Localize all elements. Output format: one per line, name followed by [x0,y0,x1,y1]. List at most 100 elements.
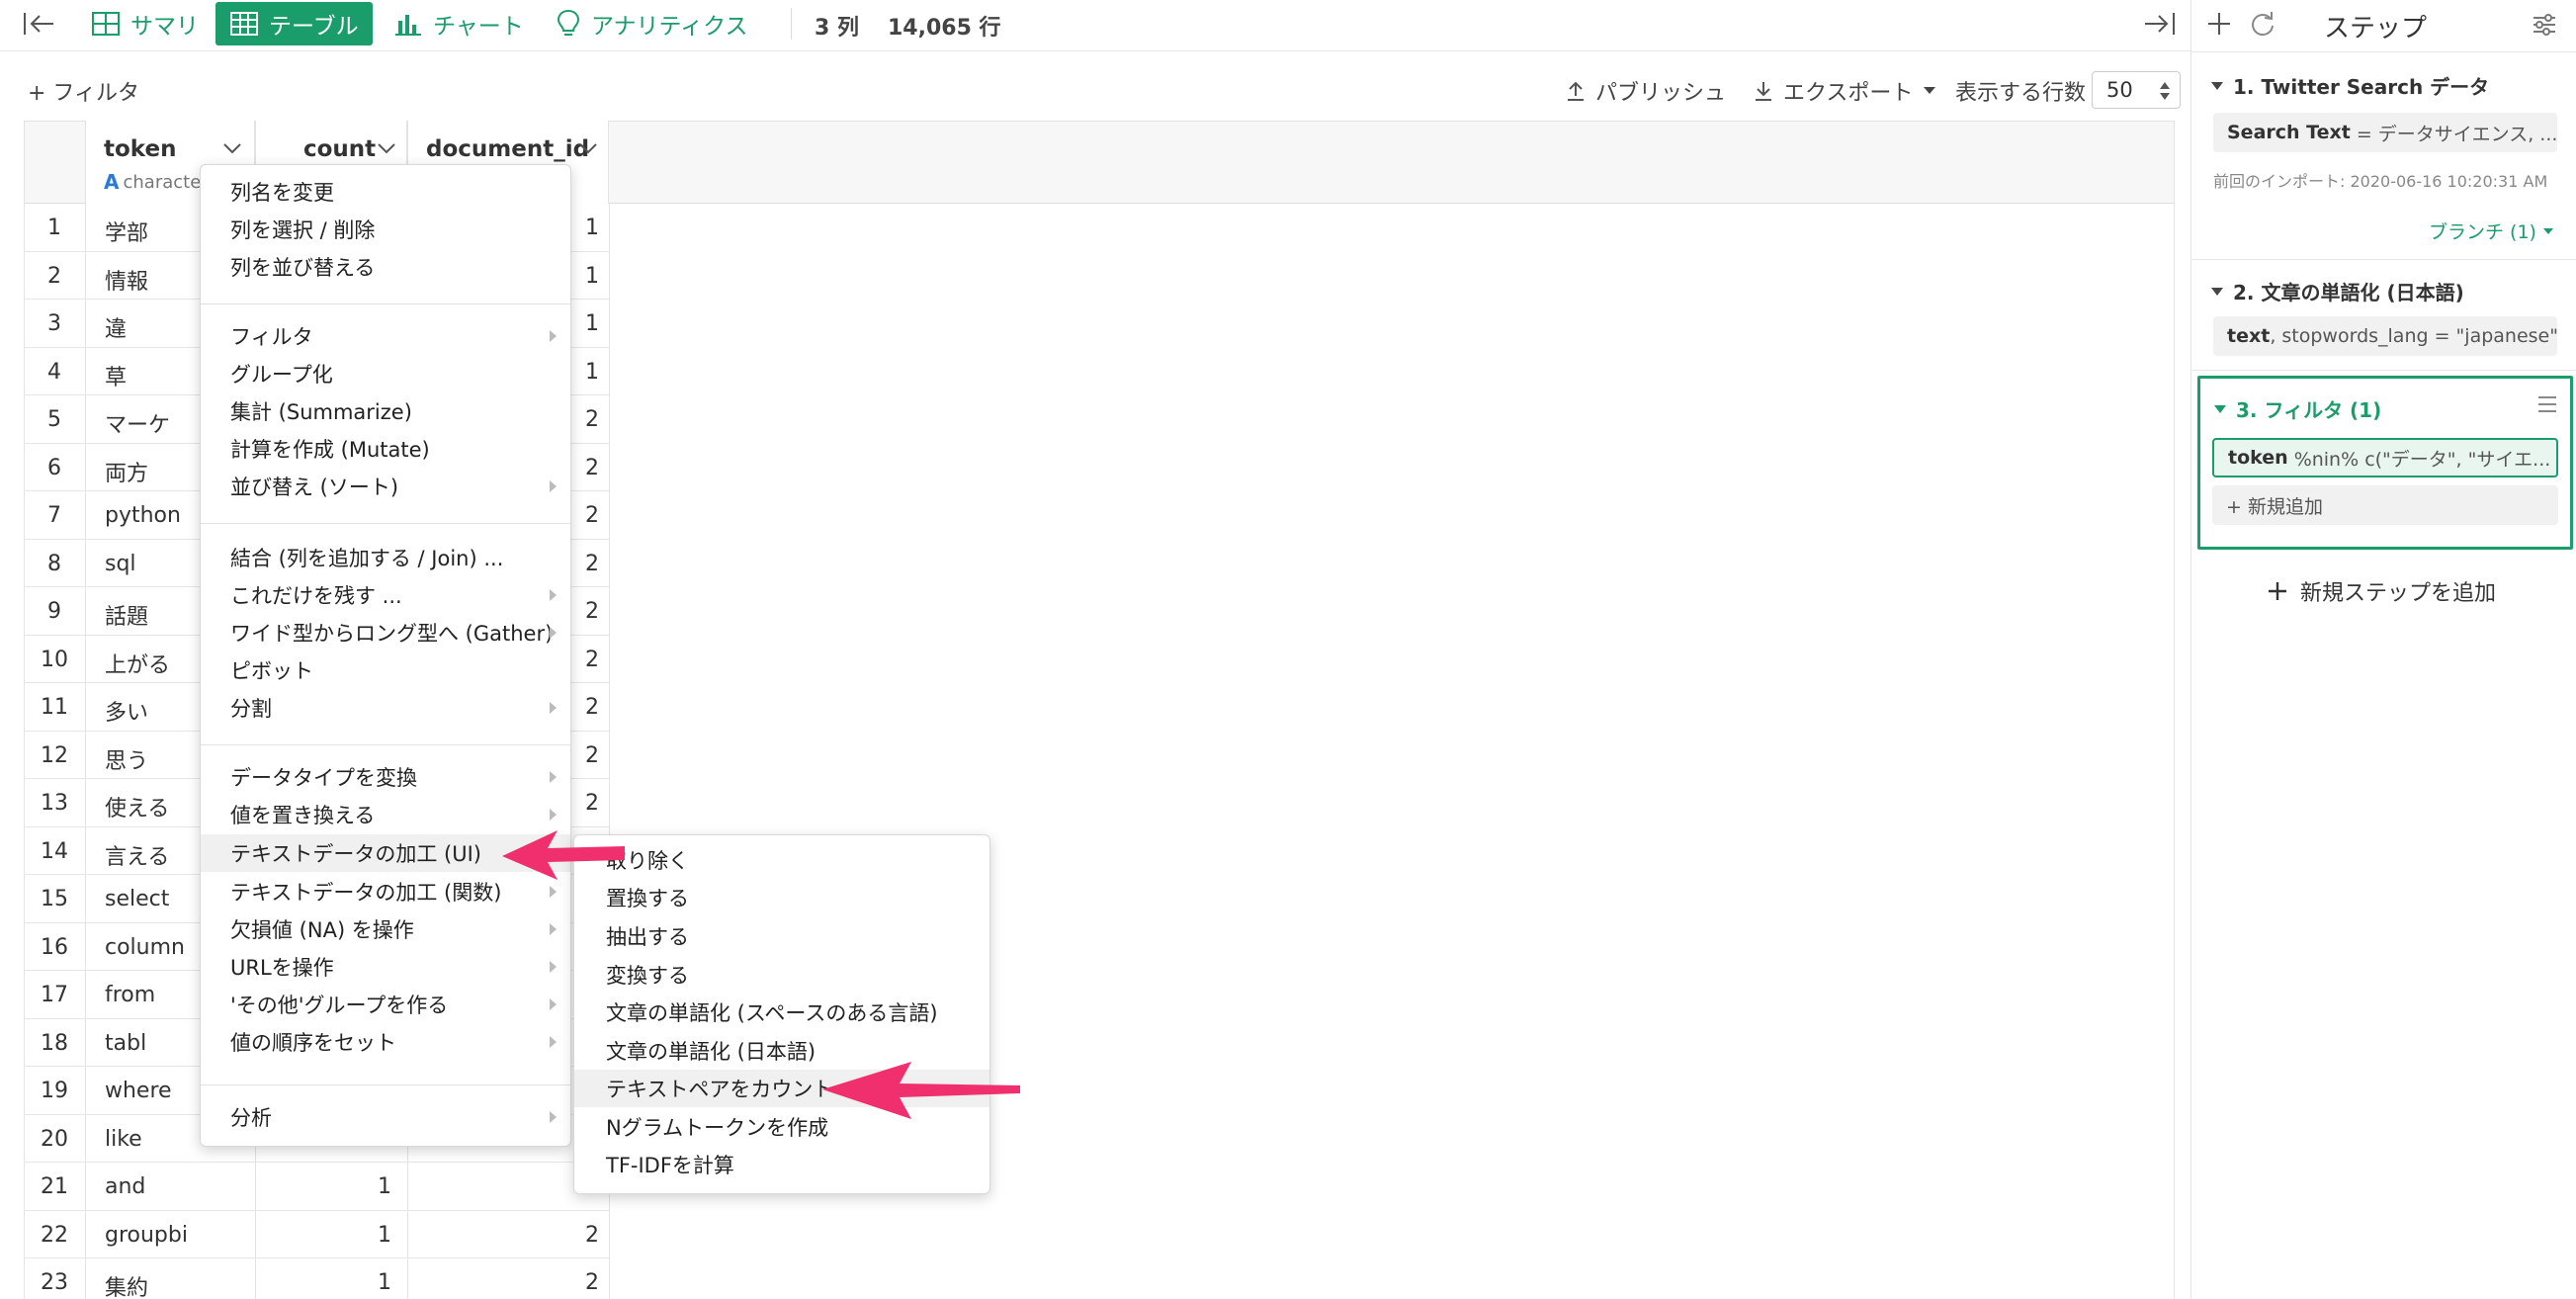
tab-table[interactable]: テーブル [215,2,373,45]
tab-summary[interactable]: サマリ [77,2,213,45]
column-name: count [303,136,377,162]
add-filter-button[interactable]: + フィルタ [28,75,139,107]
row-number: 23 [41,1270,68,1295]
chevron-down-icon[interactable] [578,142,598,154]
submenu-item-replace[interactable]: 置換する [574,879,989,916]
menu-item-mutate[interactable]: 計算を作成 (Mutate) [201,430,570,468]
menu-label: データタイプを変換 [230,766,417,790]
submenu-arrow-icon [550,771,557,783]
cell-token: python [105,503,181,528]
menu-item-rename[interactable]: 列名を変更 [201,173,570,211]
submenu-item-convert[interactable]: 変換する [574,956,989,994]
collapse-left-icon[interactable] [22,10,57,38]
menu-label: ピボット [230,659,313,683]
step-title: 3. フィルタ (1) [2236,398,2382,422]
menu-item-group[interactable]: グループ化 [201,355,570,392]
menu-item-set-order[interactable]: 値の順序をセット [201,1023,570,1061]
menu-item-keep-only[interactable]: これだけを残す ... [201,576,570,614]
download-icon [1754,80,1773,102]
tab-analytics[interactable]: アナリティクス [542,2,761,45]
export-button[interactable]: エクスポート [1754,75,1936,107]
column-type: A character [104,170,209,194]
add-new-label: + 新規追加 [2226,495,2323,518]
cell-token: column [105,934,185,960]
publish-label: パブリッシュ [1595,81,1727,106]
step-2-header[interactable]: 2. 文章の単語化 (日本語) [2211,277,2464,305]
cell-token: 集約 [105,1276,149,1299]
tab-summary-label: サマリ [130,14,199,40]
table-row[interactable]: 23 集約 1 2 [24,1258,609,1299]
menu-item-filter[interactable]: フィルタ [201,317,570,355]
bar-chart-icon [393,11,423,37]
cell-token: sql [105,551,136,576]
table-row[interactable]: 21 and 1 [24,1163,609,1211]
menu-item-convert-type[interactable]: データタイプを変換 [201,758,570,796]
menu-label: Nグラムトークンを作成 [606,1116,829,1140]
menu-item-reorder-columns[interactable]: 列を並び替える [201,248,570,286]
submenu-arrow-icon [550,480,557,492]
filter-condition[interactable]: token %nin% c("データ", "サイエ... [2212,438,2558,477]
refresh-icon[interactable] [2249,10,2276,38]
branch-button[interactable]: ブランチ (1) [2429,217,2554,244]
step-1-header[interactable]: 1. Twitter Search データ [2211,71,2489,100]
row-number: 15 [41,887,68,911]
menu-item-pivot[interactable]: ピボット [201,651,570,689]
menu-label: 集計 (Summarize) [230,400,412,424]
cell-token: 思う [105,748,149,774]
row-number: 14 [41,838,68,864]
add-step-button[interactable]: 新規ステップを追加 [2267,575,2496,607]
submenu-item-tokenize-spaced[interactable]: 文章の単語化 (スペースのある言語) [574,994,989,1031]
rows-display-select[interactable]: 50 [2092,71,2181,109]
table-row[interactable]: 22 groupbi 1 2 [24,1211,609,1258]
rows-display-value: 50 [2106,78,2133,102]
collapse-triangle-icon [2211,287,2223,296]
menu-item-other-group[interactable]: 'その他'グループを作る [201,986,570,1023]
menu-item-split[interactable]: 分割 [201,689,570,727]
step-3-header[interactable]: 3. フィルタ (1) [2214,394,2381,423]
cell-document-id: 2 [585,1222,599,1248]
menu-item-select-columns[interactable]: 列を選択 / 削除 [201,211,570,248]
cell-token: 多い [105,701,149,726]
chevron-down-icon[interactable] [222,142,242,154]
cell-token: select [105,887,170,911]
menu-item-gather[interactable]: ワイド型からロング型へ (Gather) [201,614,570,651]
menu-label: 列を選択 / 削除 [230,218,376,242]
settings-sliders-icon[interactable] [2532,12,2557,38]
menu-item-url[interactable]: URLを操作 [201,948,570,986]
menu-label: 分割 [230,697,272,721]
step-1-params[interactable]: Search Text = データサイエンス, ... [2213,113,2557,152]
column-type-label: character [123,171,209,193]
cell-token: from [105,983,156,1007]
menu-item-join[interactable]: 結合 (列を追加する / Join) ... [201,539,570,576]
submenu-arrow-icon [550,923,557,935]
cell-token: and [105,1174,146,1199]
step-title: 2. 文章の単語化 (日本語) [2233,281,2464,304]
add-filter-condition-button[interactable]: + 新規追加 [2212,485,2558,525]
submenu-item-tfidf[interactable]: TF-IDFを計算 [574,1146,989,1183]
menu-label: 計算を作成 (Mutate) [230,438,430,462]
menu-item-summarize[interactable]: 集計 (Summarize) [201,392,570,430]
submenu-item-extract[interactable]: 抽出する [574,917,989,955]
menu-item-sort[interactable]: 並び替え (ソート) [201,468,570,505]
row-number: 5 [47,407,61,432]
row-number: 2 [47,263,61,289]
caret-down-icon [2542,227,2554,235]
chevron-down-icon[interactable] [377,142,396,154]
param-key: Search Text [2227,122,2351,143]
publish-button[interactable]: パブリッシュ [1566,75,1726,107]
menu-icon[interactable] [2536,394,2558,414]
collapse-right-icon[interactable] [2141,10,2177,38]
branch-label: ブランチ (1) [2429,221,2536,243]
menu-item-missing-values[interactable]: 欠損値 (NA) を操作 [201,910,570,948]
menu-item-analysis[interactable]: 分析 [201,1098,570,1136]
cell-count: 1 [378,1222,391,1248]
add-icon[interactable] [2205,10,2233,38]
submenu-item-remove[interactable]: 取り除く [574,841,989,879]
row-number: 21 [41,1174,68,1199]
menu-label: 分析 [230,1106,272,1130]
step-3-card[interactable]: 3. フィルタ (1) token %nin% c("データ", "サイエ... … [2197,376,2573,550]
step-2-params[interactable]: text, stopwords_lang = "japanese" [2213,316,2557,356]
cell-token: 違 [105,317,128,342]
tab-chart[interactable]: チャート [380,2,538,45]
tab-chart-label: チャート [433,14,524,40]
